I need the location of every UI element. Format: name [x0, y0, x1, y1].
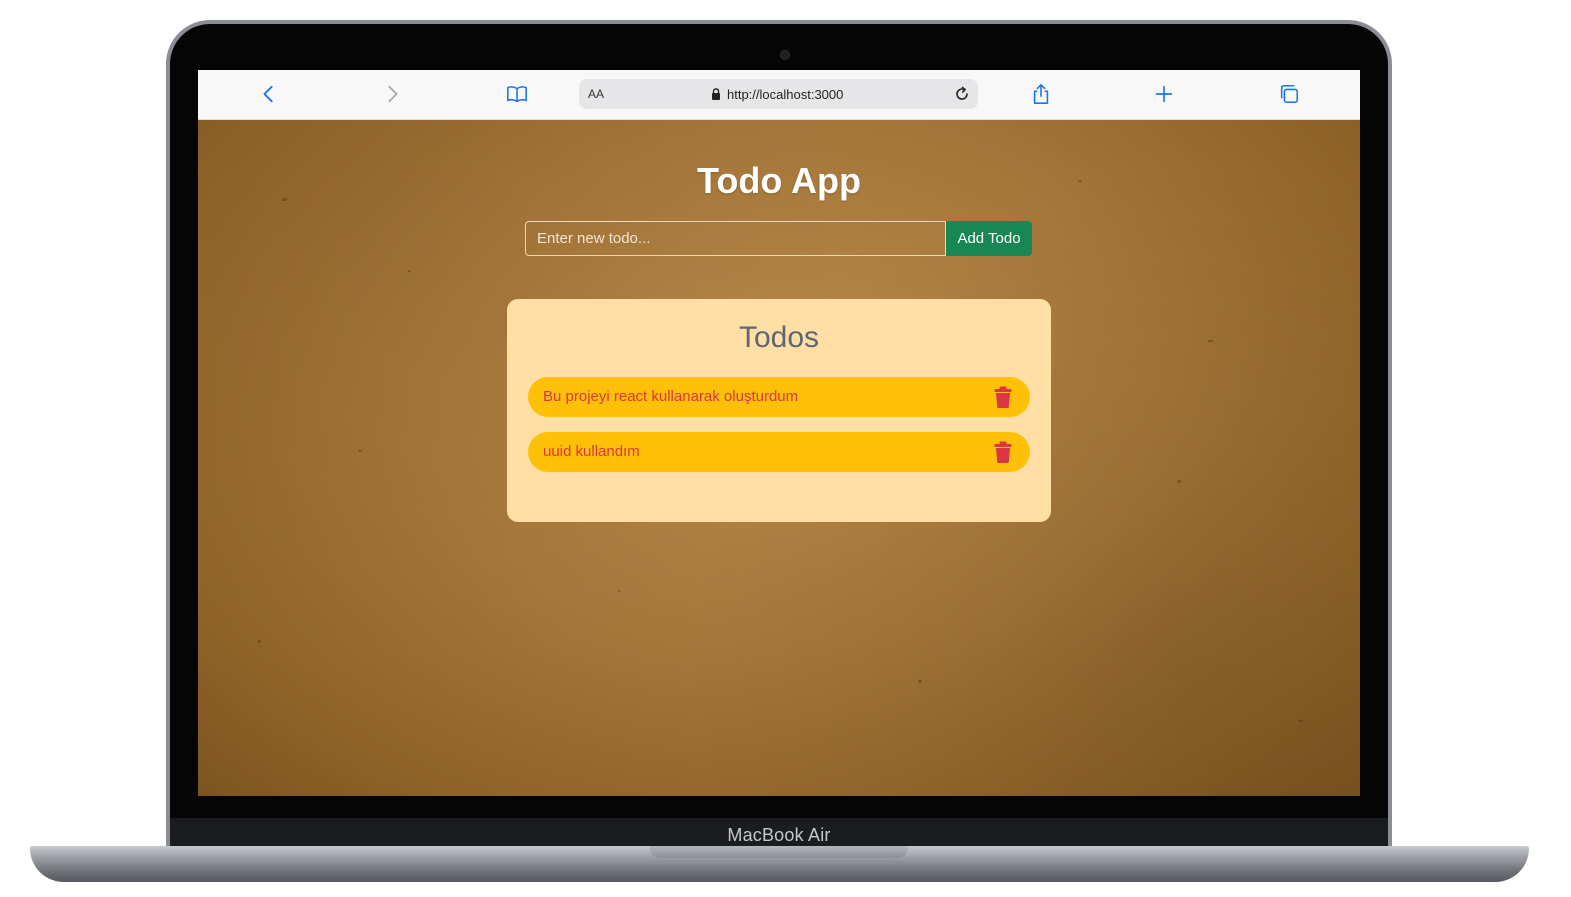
todo-text: uuid kullandım	[543, 443, 640, 460]
todo-item: Bu projeyi react kullanarak oluşturdum	[528, 377, 1030, 417]
url-text: http://localhost:3000	[727, 87, 844, 102]
app-title: Todo App	[697, 160, 861, 201]
laptop-base	[30, 846, 1529, 882]
add-todo-button[interactable]: Add Todo	[946, 221, 1032, 256]
base-notch	[650, 846, 908, 858]
trash-icon[interactable]	[994, 441, 1012, 463]
share-icon[interactable]	[1029, 82, 1053, 106]
laptop-mockup: MacBook Air AA http://localhost:3000 Tod…	[0, 0, 1571, 897]
plus-icon[interactable]	[1152, 82, 1176, 106]
browser-toolbar: AA http://localhost:3000	[198, 70, 1360, 120]
device-brand-label: MacBook Air	[727, 825, 831, 845]
book-icon[interactable]	[505, 82, 529, 106]
reload-icon[interactable]	[952, 84, 972, 104]
chevron-left-icon[interactable]	[257, 82, 281, 106]
lock-icon	[712, 88, 720, 100]
tabs-icon[interactable]	[1277, 82, 1301, 106]
camera-icon	[780, 50, 790, 60]
todos-heading: Todos	[738, 321, 820, 354]
page-background: Todo App Add Todo Todos Bu projeyi react…	[198, 120, 1360, 796]
todo-text: Bu projeyi react kullanarak oluşturdum	[543, 388, 799, 405]
browser-window: AA http://localhost:3000 Todo App Enter …	[198, 70, 1360, 796]
todos-card: Todos Bu projeyi react kullanarak oluştu…	[507, 299, 1051, 522]
address-bar[interactable]: AA http://localhost:3000	[579, 79, 978, 109]
text-size-button[interactable]: AA	[588, 87, 604, 101]
new-todo-input[interactable]	[525, 221, 946, 256]
trash-icon[interactable]	[994, 386, 1012, 408]
todo-item: uuid kullandım	[528, 432, 1030, 472]
chevron-right-icon[interactable]	[380, 82, 404, 106]
